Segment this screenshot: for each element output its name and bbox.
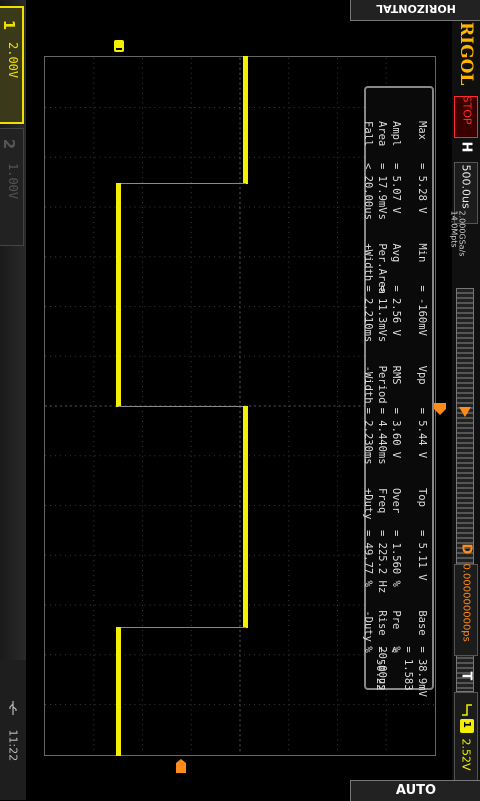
measurement-row-1: Max= 5.28 V Min= -160mV Vpp= 5.44 V Top=… xyxy=(416,121,428,697)
horizontal-label: H xyxy=(458,141,474,153)
sample-rate: 2.000GSa/s xyxy=(457,210,467,257)
trigger-position-marker[interactable] xyxy=(176,758,186,773)
trigger-label: T xyxy=(458,671,474,681)
channel-1-number: 1 xyxy=(0,19,19,31)
status-panel: RIGOL STOP H 500.0us 2.000GSa/s 14.0Mpts… xyxy=(449,0,480,800)
trigger-edge-icon xyxy=(461,701,473,716)
trigger-button[interactable]: 1 2.52V xyxy=(454,692,478,792)
trigger-level: 2.52V xyxy=(459,738,473,771)
run-stop-indicator[interactable]: STOP xyxy=(454,96,478,138)
delay-button[interactable]: 0.000000000ps xyxy=(454,564,478,656)
brand-logo: RIGOL xyxy=(456,22,476,86)
auto-button[interactable]: AUTO xyxy=(350,780,480,801)
horizontal-menu-tab[interactable]: HORIZONTAL xyxy=(350,0,480,21)
clock: 11:22 xyxy=(6,729,20,762)
memory-trigger-marker xyxy=(459,402,471,417)
channel-1-button[interactable]: 1 2.00V xyxy=(0,6,24,124)
measurement-panel[interactable]: Max= 5.28 V Min= -160mV Vpp= 5.44 V Top=… xyxy=(362,86,434,697)
measurement-row-4: Fall< 20.00us +Width= 2.210ms -Width= 2.… xyxy=(362,121,386,691)
channel-1-scale: 2.00V xyxy=(6,42,20,79)
channel-1-ground-marker[interactable] xyxy=(114,40,124,52)
channel-2-scale: 1.00V xyxy=(6,163,20,200)
memory-depth: 14.0Mpts xyxy=(449,210,459,248)
delay-label: D xyxy=(458,543,474,555)
status-strip: 11:22 xyxy=(0,660,26,800)
channel-2-number: 2 xyxy=(0,138,19,150)
usb-icon xyxy=(8,700,18,715)
trigger-source: 1 xyxy=(460,721,472,728)
trigger-level-marker[interactable] xyxy=(434,400,446,415)
channel-2-button[interactable]: 2 1.00V xyxy=(0,128,24,246)
